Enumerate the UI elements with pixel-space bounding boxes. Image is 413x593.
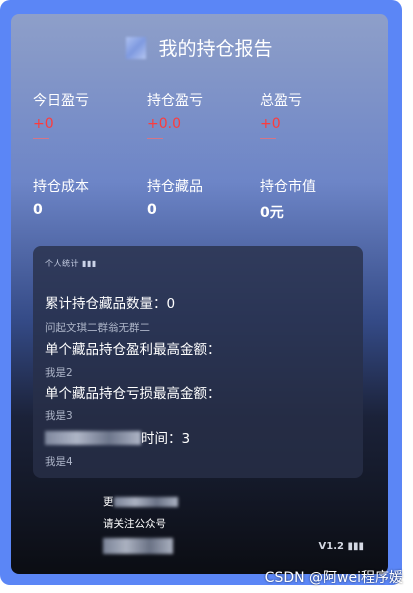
holding-time-line: 时间：3 [45, 427, 190, 447]
report-card: 我的持仓报告 今日盈亏 +0 持仓盈亏 +0.0 总盈亏 +0 持仓成本 0 持… [11, 14, 388, 574]
max-profit-subtext: 我是2 [45, 367, 73, 379]
stat-value: +0 [260, 116, 302, 139]
blurred-title-icon [126, 37, 147, 59]
max-profit-line: 单个藏品持仓盈利最高金额： [45, 342, 221, 358]
total-items-line: 累计持仓藏品数量：0 [45, 296, 176, 312]
footer-line-1: 更 [103, 494, 178, 509]
stat-label: 持仓成本 [33, 179, 89, 195]
panel-tag: 个人统计 ▮▮▮ [45, 259, 97, 268]
stat-market-value: 持仓市值 0元 [260, 176, 316, 222]
report-header: 我的持仓报告 [11, 34, 388, 61]
stat-total-pnl: 总盈亏 +0 [260, 90, 302, 139]
total-items-subtext: 问起文琪二群翁无群二 [45, 322, 150, 334]
screen-frame: 我的持仓报告 今日盈亏 +0 持仓盈亏 +0.0 总盈亏 +0 持仓成本 0 持… [0, 0, 402, 585]
stat-today-pnl: 今日盈亏 +0 [33, 90, 89, 139]
holding-time-subtext: 我是4 [45, 456, 73, 468]
stat-value: +0 [33, 116, 89, 139]
max-loss-subtext: 我是3 [45, 410, 73, 422]
stat-label: 持仓盈亏 [147, 93, 203, 109]
stat-holding-pnl: 持仓盈亏 +0.0 [147, 90, 203, 139]
footer-blurred-account [103, 538, 173, 555]
max-loss-line: 单个藏品持仓亏损最高金额： [45, 386, 221, 402]
personal-stats-panel: 个人统计 ▮▮▮ 累计持仓藏品数量：0 问起文琪二群翁无群二 单个藏品持仓盈利最… [33, 246, 363, 478]
blurred-text [45, 431, 141, 445]
page-title: 我的持仓报告 [158, 38, 273, 60]
stat-holding-cost: 持仓成本 0 [33, 176, 89, 218]
stat-value: 0 [33, 202, 43, 218]
blurred-text [113, 497, 178, 507]
stat-label: 总盈亏 [260, 93, 302, 109]
stat-label: 持仓市值 [260, 179, 316, 195]
stat-value: +0.0 [147, 116, 203, 139]
csdn-watermark: CSDN @阿wei程序媛 [264, 570, 403, 586]
stat-label: 持仓藏品 [147, 179, 203, 195]
stat-label: 今日盈亏 [33, 93, 89, 109]
blurred-text [103, 538, 173, 554]
stat-value: 0 [147, 202, 157, 218]
stat-value: 0元 [260, 205, 284, 221]
version-label: V1.2 ▮▮▮ [318, 541, 364, 552]
footer-follow-text: 请关注公众号 [103, 518, 166, 530]
stat-holding-items: 持仓藏品 0 [147, 176, 203, 218]
